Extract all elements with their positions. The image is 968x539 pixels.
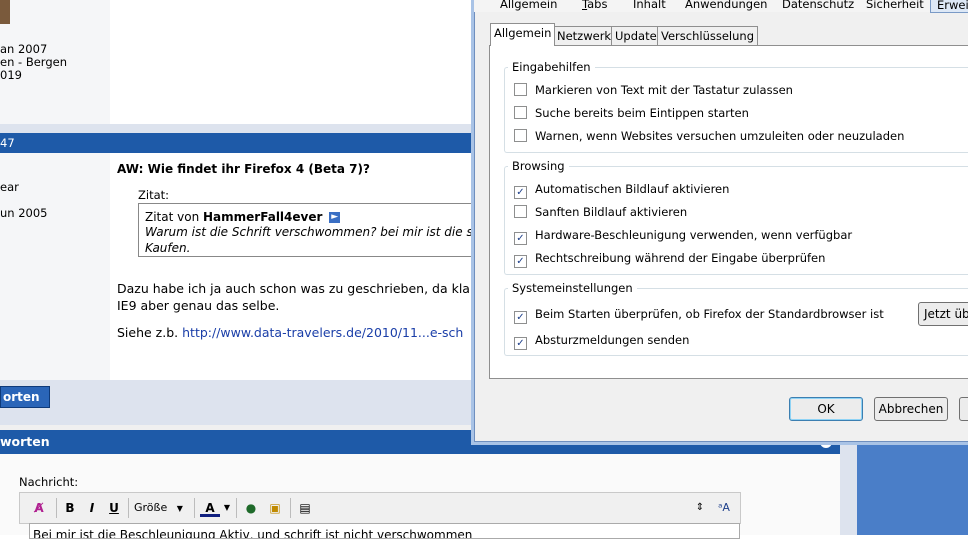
option-caret-browsing[interactable]: Markieren von Text mit der Tastatur zula… xyxy=(514,82,793,98)
option-default-browser-check[interactable]: ✓ Beim Starten überprüfen, ob Firefox der… xyxy=(514,306,884,324)
option-label: Absturzmeldungen senden xyxy=(535,333,690,347)
tab-content[interactable]: Inhalt xyxy=(633,0,666,11)
underline-button[interactable]: U xyxy=(106,499,122,517)
system-group-title: Systemeinstellungen xyxy=(508,281,637,295)
option-label: Beim Starten überprüfen, ob Firefox der … xyxy=(535,307,884,321)
font-size-label: Größe xyxy=(134,501,168,514)
chevron-down-icon: ▼ xyxy=(176,504,183,513)
insert-link-icon[interactable]: ● xyxy=(242,499,260,517)
cancel-button[interactable]: Abbrechen xyxy=(874,397,948,421)
toolbar-separator xyxy=(194,498,195,518)
option-hardware-acceleration[interactable]: ✓ Hardware-Beschleunigung verwenden, wenn… xyxy=(514,227,853,245)
post1-meta-location: en - Bergen xyxy=(0,55,67,69)
option-label: Suche bereits beim Eintippen starten xyxy=(535,106,749,120)
italic-button[interactable]: I xyxy=(84,499,100,517)
quote-attribution: Zitat von HammerFall4ever ► xyxy=(145,210,341,224)
bold-button[interactable]: B xyxy=(62,499,78,517)
checkbox[interactable] xyxy=(514,205,527,218)
toolbar-separator xyxy=(236,498,237,518)
checkbox-checked[interactable]: ✓ xyxy=(514,232,527,245)
accessibility-group-title: Eingabehilfen xyxy=(508,60,595,74)
post1-meta-joined: an 2007 xyxy=(0,42,48,56)
insert-quote-icon[interactable]: ▤ xyxy=(296,499,314,517)
subtab-general[interactable]: Allgemein xyxy=(490,23,556,46)
option-smooth-scroll[interactable]: Sanften Bildlauf aktivieren xyxy=(514,204,687,220)
browsing-group-title: Browsing xyxy=(508,159,569,173)
view-post-icon[interactable]: ► xyxy=(329,212,341,223)
option-search-as-type[interactable]: Suche bereits beim Eintippen starten xyxy=(514,105,749,121)
post-title: AW: Wie findet ihr Firefox 4 (Beta 7)? xyxy=(117,162,370,176)
quote-author: HammerFall4ever xyxy=(203,210,323,224)
reply-button[interactable]: orten xyxy=(0,386,50,408)
option-label: Automatischen Bildlauf aktivieren xyxy=(535,182,730,196)
quote-label: Zitat: xyxy=(138,188,170,202)
post1-content xyxy=(110,0,475,124)
checkbox-checked[interactable]: ✓ xyxy=(514,255,527,268)
post2-header-bar: 47 xyxy=(0,133,476,153)
post-link[interactable]: http://www.data-travelers.de/2010/11...e… xyxy=(182,325,463,340)
subtab-update[interactable]: Update xyxy=(611,26,661,45)
quote-prefix: Zitat von xyxy=(145,210,200,224)
toolbar-separator xyxy=(290,498,291,518)
checkbox[interactable] xyxy=(514,83,527,96)
chevron-down-icon[interactable]: ▼ xyxy=(223,499,231,517)
avatar[interactable] xyxy=(0,0,10,24)
checkbox[interactable] xyxy=(514,129,527,142)
option-spellcheck[interactable]: ✓ Rechtschreibung während der Eingabe übe… xyxy=(514,250,826,268)
post2-meta-joined: un 2005 xyxy=(0,206,48,220)
option-autoscroll[interactable]: ✓ Automatischen Bildlauf aktivieren xyxy=(514,181,730,199)
message-textarea[interactable]: Bei mir ist die Beschleunigung Aktiv, un… xyxy=(29,523,740,539)
tab-privacy[interactable]: Datenschutz xyxy=(782,0,854,11)
post-body-link-line: Siehe z.b. http://www.data-travelers.de/… xyxy=(117,324,475,341)
checkbox[interactable] xyxy=(514,106,527,119)
options-top-tabs: Allgemein Tabs Inhalt Anwendungen Datens… xyxy=(474,0,968,13)
post-number[interactable]: 47 xyxy=(0,136,15,150)
editor-toolbar: A̸ B I U Größe ▼ A ▼ ● ▣ ▤ ⇕ ᵃA xyxy=(19,492,741,524)
post1-meta-posts: 019 xyxy=(0,68,22,82)
quick-reply-title: worten xyxy=(0,434,50,449)
checkbox-checked[interactable]: ✓ xyxy=(514,311,527,324)
message-label: Nachricht: xyxy=(19,475,79,489)
quote-text: Warum ist die Schrift verschwommen? bei … xyxy=(145,225,473,255)
page-side-strip xyxy=(857,430,968,535)
option-label: Sanften Bildlauf aktivieren xyxy=(535,205,688,219)
checkbox-checked[interactable]: ✓ xyxy=(514,337,527,350)
post-body-text: Dazu habe ich ja auch schon was zu gesch… xyxy=(117,281,470,313)
toolbar-separator xyxy=(56,498,57,518)
post-body-see: Siehe z.b. xyxy=(117,325,179,340)
tab-security[interactable]: Sicherheit xyxy=(866,0,924,11)
post2-meta-rank: ear xyxy=(0,180,19,194)
post-body: Dazu habe ich ja auch schon was zu gesch… xyxy=(117,280,475,341)
tab-tabs[interactable]: Tabs xyxy=(582,0,607,11)
resize-icon[interactable]: ⇕ xyxy=(694,499,706,517)
switch-mode-icon[interactable]: ᵃA xyxy=(714,499,734,517)
subtab-encryption[interactable]: Verschlüsselung xyxy=(657,26,758,45)
checkbox-checked[interactable]: ✓ xyxy=(514,186,527,199)
toolbar-separator xyxy=(128,498,129,518)
tab-general[interactable]: Allgemein xyxy=(500,0,557,11)
tab-applications[interactable]: Anwendungen xyxy=(685,0,767,11)
option-label: Hardware-Beschleunigung verwenden, wenn … xyxy=(535,228,853,242)
subtab-network[interactable]: Netzwerk xyxy=(553,26,616,45)
font-color-icon[interactable]: A xyxy=(200,499,220,517)
option-label: Rechtschreibung während der Eingabe über… xyxy=(535,251,826,265)
option-label: Warnen, wenn Websites versuchen umzuleit… xyxy=(535,129,905,143)
option-label: Markieren von Text mit der Tastatur zula… xyxy=(535,83,793,97)
option-warn-redirect[interactable]: Warnen, wenn Websites versuchen umzuleit… xyxy=(514,128,904,144)
help-button[interactable] xyxy=(959,397,968,421)
ok-button[interactable]: OK xyxy=(789,397,863,421)
check-now-button[interactable]: Jetzt übe xyxy=(918,302,968,326)
insert-image-icon[interactable]: ▣ xyxy=(266,499,284,517)
tab-advanced[interactable]: Erweit xyxy=(930,0,968,13)
option-crash-reports[interactable]: ✓ Absturzmeldungen senden xyxy=(514,332,690,350)
font-size-select[interactable]: Größe ▼ xyxy=(134,499,190,517)
remove-format-icon[interactable]: A̸ xyxy=(30,499,48,517)
